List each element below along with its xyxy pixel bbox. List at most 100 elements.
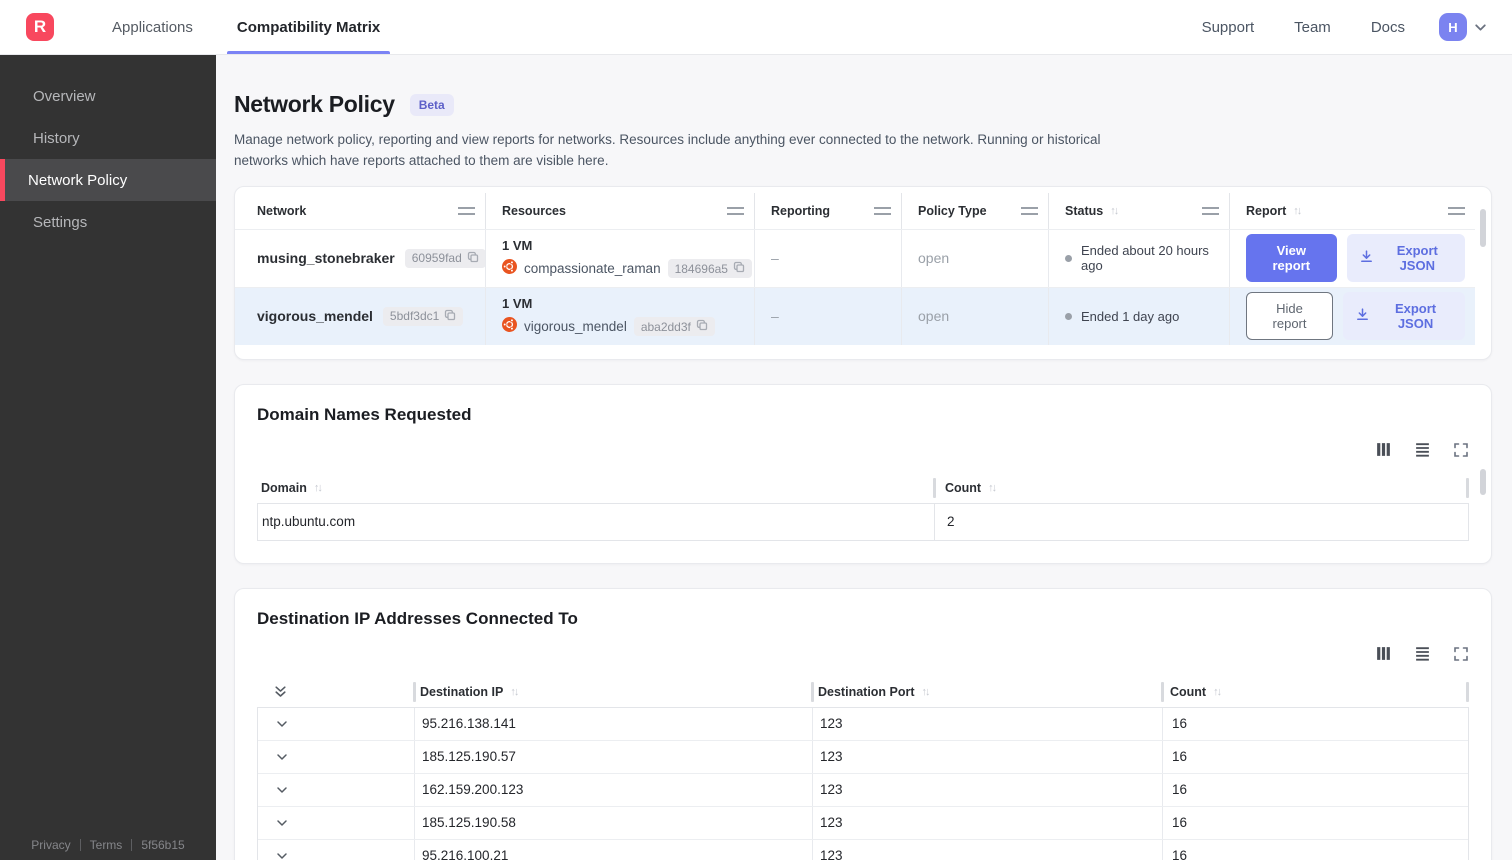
terms-link[interactable]: Terms <box>81 838 132 852</box>
columns-icon[interactable] <box>1375 645 1392 662</box>
port-value: 123 <box>820 716 843 732</box>
networks-table: Network Resources Reporting Policy Type … <box>235 192 1475 345</box>
column-divider[interactable] <box>413 681 416 702</box>
network-id-chip: 5bdf3dc1 <box>382 306 464 326</box>
link-team[interactable]: Team <box>1294 19 1331 36</box>
view-report-button[interactable]: View report <box>1246 234 1337 283</box>
table-row[interactable]: 162.159.200.123 123 16 <box>258 773 1468 807</box>
table-row[interactable]: 95.216.138.141 123 16 <box>258 707 1468 741</box>
column-divider[interactable] <box>811 681 814 702</box>
expander-cell <box>258 807 414 839</box>
sort-icon[interactable]: ↑↓ <box>1110 205 1119 217</box>
network-name-cell: vigorous_mendel 5bdf3dc1 <box>235 288 485 345</box>
report-cell: View report Export JSON <box>1229 229 1475 287</box>
column-header-status[interactable]: Status ↑↓ <box>1048 192 1229 229</box>
tab-compatibility-matrix[interactable]: Compatibility Matrix <box>226 0 391 54</box>
destination-port-cell: 123 <box>812 773 1162 806</box>
chevron-down-icon[interactable] <box>270 848 290 860</box>
sort-icon[interactable]: ↑↓ <box>922 686 931 698</box>
sidebar: Overview History Network Policy Settings… <box>0 55 216 860</box>
export-json-button[interactable]: Export JSON <box>1346 234 1465 283</box>
column-header-resources: Resources <box>485 192 754 229</box>
sort-icon[interactable]: ↑↓ <box>988 482 997 494</box>
destination-ip-cell: 162.159.200.123 <box>414 773 812 806</box>
sidebar-item-overview[interactable]: Overview <box>0 75 216 117</box>
column-header-destination-port[interactable]: Destination Port ↑↓ <box>811 677 1161 707</box>
ubuntu-icon <box>502 258 517 279</box>
resource-name: vigorous_mendel <box>524 319 627 335</box>
destinations-card-title: Destination IP Addresses Connected To <box>257 608 578 628</box>
rows-density-icon[interactable] <box>1414 645 1431 662</box>
column-header-domain[interactable]: Domain ↑↓ <box>257 473 933 503</box>
fullscreen-icon[interactable] <box>1453 442 1469 458</box>
column-resize-handle-icon[interactable] <box>1448 206 1465 215</box>
copy-icon[interactable] <box>467 251 479 266</box>
app-logo[interactable]: R <box>26 13 54 41</box>
copy-icon[interactable] <box>444 309 456 324</box>
sort-icon[interactable]: ↑↓ <box>1213 686 1222 698</box>
domain-value: ntp.ubuntu.com <box>262 514 356 530</box>
destination-port-cell: 123 <box>812 839 1162 860</box>
count-cell: 16 <box>1162 839 1468 860</box>
sidebar-item-settings[interactable]: Settings <box>0 201 216 243</box>
resource-id: aba2dd3f <box>640 319 691 334</box>
networks-table-header: Network Resources Reporting Policy Type … <box>235 192 1475 229</box>
column-header-destination-ip[interactable]: Destination IP ↑↓ <box>413 677 811 707</box>
rows-density-icon[interactable] <box>1414 441 1431 458</box>
export-json-label: Export JSON <box>1396 243 1438 274</box>
expand-all-icon[interactable] <box>269 684 288 699</box>
hide-report-button[interactable]: Hide report <box>1246 292 1334 341</box>
chevron-down-icon[interactable] <box>270 749 290 765</box>
domains-card-title: Domain Names Requested <box>257 404 472 424</box>
copy-icon[interactable] <box>696 319 708 334</box>
link-support[interactable]: Support <box>1202 19 1255 36</box>
privacy-link[interactable]: Privacy <box>22 838 79 852</box>
port-value: 123 <box>820 782 843 798</box>
table-row[interactable]: 95.216.100.21 123 16 <box>258 839 1468 860</box>
chevron-down-icon[interactable] <box>270 815 290 831</box>
chevron-down-icon[interactable] <box>270 716 290 732</box>
avatar[interactable]: H <box>1439 13 1467 41</box>
column-divider[interactable] <box>1161 681 1164 702</box>
tab-applications[interactable]: Applications <box>102 0 203 54</box>
sort-icon[interactable]: ↑↓ <box>314 482 323 494</box>
fullscreen-icon[interactable] <box>1453 646 1469 662</box>
column-resize-handle-icon[interactable] <box>458 206 475 215</box>
column-divider[interactable] <box>933 477 936 498</box>
scrollbar-thumb[interactable] <box>1480 208 1486 247</box>
column-header-count[interactable]: Count ↑↓ <box>1161 677 1469 707</box>
chevron-down-icon[interactable] <box>270 782 290 798</box>
report-cell: Hide report Export JSON <box>1229 287 1475 345</box>
column-divider[interactable] <box>1466 681 1469 702</box>
copy-icon[interactable] <box>733 261 745 276</box>
table-row[interactable]: 185.125.190.57 123 16 <box>258 740 1468 774</box>
column-resize-handle-icon[interactable] <box>1021 206 1038 215</box>
network-id-chip: 60959fad <box>404 248 486 268</box>
link-docs[interactable]: Docs <box>1371 19 1405 36</box>
scrollbar-thumb[interactable] <box>1480 468 1486 495</box>
column-resize-handle-icon[interactable] <box>874 206 891 215</box>
export-json-button[interactable]: Export JSON <box>1343 292 1465 341</box>
table-row[interactable]: 185.125.190.58 123 16 <box>258 806 1468 840</box>
sort-icon[interactable]: ↑↓ <box>510 686 519 698</box>
column-resize-handle-icon[interactable] <box>727 206 744 215</box>
network-row[interactable]: musing_stonebraker 60959fad 1 VM compass… <box>235 228 1475 287</box>
column-label: Network <box>257 203 307 218</box>
column-header-count[interactable]: Count ↑↓ <box>933 473 1469 503</box>
table-row[interactable]: ntp.ubuntu.com 2 <box>258 503 1468 540</box>
chevron-down-icon[interactable] <box>1473 20 1488 35</box>
network-row[interactable]: vigorous_mendel 5bdf3dc1 1 VM vigorous_m… <box>235 286 1475 345</box>
column-divider[interactable] <box>1466 477 1469 498</box>
columns-icon[interactable] <box>1375 441 1392 458</box>
build-version: 5f56b15 <box>141 838 185 852</box>
column-header-reporting: Reporting <box>754 192 901 229</box>
page-header: Network Policy Beta <box>234 91 1492 118</box>
status-text: Ended about 20 hours ago <box>1081 243 1209 274</box>
sidebar-item-network-policy[interactable]: Network Policy <box>0 159 216 201</box>
column-header-report[interactable]: Report ↑↓ <box>1229 192 1475 229</box>
column-header-network: Network <box>235 193 485 229</box>
column-resize-handle-icon[interactable] <box>1202 206 1219 215</box>
sidebar-item-history[interactable]: History <box>0 117 216 159</box>
network-name-cell: musing_stonebraker 60959fad <box>235 230 486 287</box>
sort-icon[interactable]: ↑↓ <box>1293 205 1302 217</box>
